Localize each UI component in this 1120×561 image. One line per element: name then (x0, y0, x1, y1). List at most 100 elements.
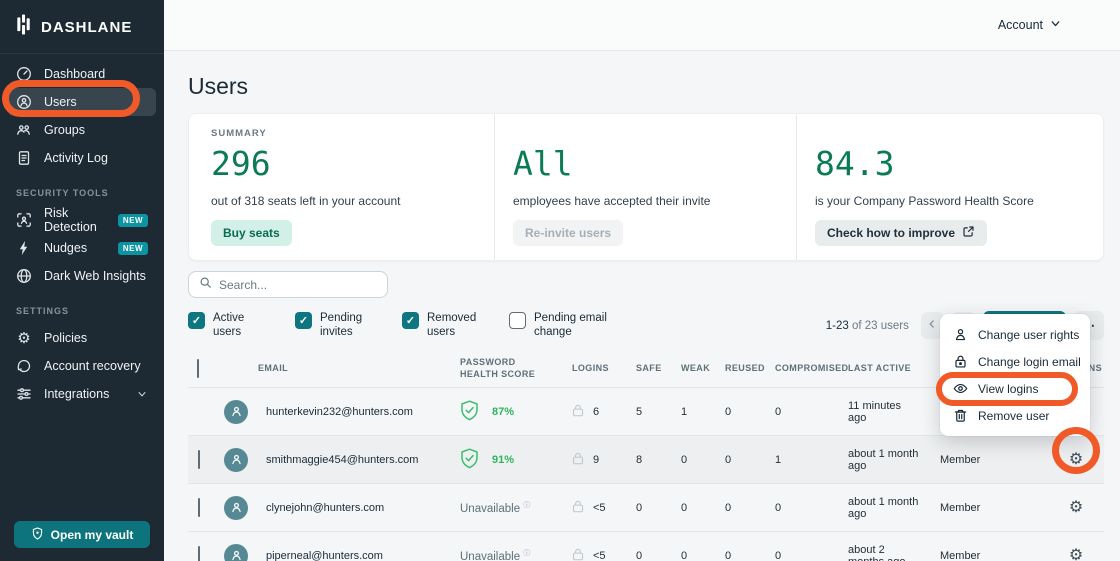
logins-count: 6 (593, 406, 599, 418)
user-rights: Member (922, 550, 1048, 561)
reused-count: 0 (706, 406, 758, 418)
policies-icon: ⚙ (16, 330, 32, 346)
filter-removed-users[interactable]: ✓ Removed users (402, 312, 479, 340)
nudges-icon (16, 240, 32, 256)
pagination-range: 1-23 of 23 users (826, 320, 909, 332)
reused-count: 0 (706, 502, 758, 514)
safe-count: 8 (616, 454, 662, 466)
dashboard-icon (16, 66, 32, 82)
filter-pending-invites[interactable]: ✓ Pending invites (295, 312, 372, 340)
search-input[interactable] (219, 278, 377, 292)
compromised-count: 0 (758, 502, 830, 514)
logins-count: <5 (593, 502, 606, 514)
check-how-to-improve-button[interactable]: Check how to improve (815, 220, 987, 246)
select-all-checkbox[interactable] (197, 359, 199, 378)
users-icon (16, 94, 32, 110)
filter-active-users[interactable]: ✓ Active users (188, 312, 265, 340)
topbar: Account (164, 0, 1120, 51)
user-actions-context-menu: Change user rights Change login email Vi… (940, 314, 1090, 436)
lock-icon (572, 548, 584, 561)
seats-value: 296 (211, 147, 494, 182)
filter-label: Pending invites (320, 312, 372, 340)
column-header-reused: REUSED (706, 363, 758, 375)
menu-item-change-user-rights[interactable]: Change user rights (940, 321, 1090, 348)
menu-item-label: Change user rights (978, 328, 1079, 342)
sidebar-item-risk-detection[interactable]: Risk Detection NEW (8, 206, 156, 234)
buy-seats-button[interactable]: Buy seats (211, 220, 292, 246)
dashlane-logo: DASHLANE (0, 0, 164, 54)
sidebar-nav: Dashboard Users Groups Activity Log SECU… (0, 54, 164, 408)
shield-check-icon (460, 448, 479, 472)
lock-icon (572, 452, 584, 468)
sidebar-item-account-recovery[interactable]: Account recovery (8, 352, 156, 380)
open-my-vault-button[interactable]: Open my vault (14, 521, 150, 548)
health-score-description: is your Company Password Health Score (815, 194, 1103, 208)
search-icon (199, 276, 212, 294)
user-email: piperneal@hunters.com (258, 550, 444, 561)
row-checkbox[interactable] (198, 450, 200, 469)
reinvite-users-button[interactable]: Re-invite users (513, 220, 623, 246)
account-recovery-icon (16, 358, 32, 374)
checkbox[interactable]: ✓ (188, 312, 205, 329)
info-icon: ⓘ (523, 502, 530, 509)
search-box (188, 271, 388, 298)
person-icon (953, 327, 968, 342)
column-header-weak: WEAK (662, 363, 706, 375)
column-header-password-health-score: PASSWORD HEALTH SCORE (444, 357, 556, 380)
lock-icon (572, 404, 584, 420)
table-row: smithmaggie454@hunters.com 91% ⓘ 9 8 0 0… (188, 436, 1104, 484)
row-checkbox[interactable] (198, 546, 200, 561)
activity-log-icon (16, 150, 32, 166)
menu-item-change-login-email[interactable]: Change login email (940, 348, 1090, 375)
gear-icon[interactable]: ⚙ (1069, 548, 1083, 561)
password-health-score: 91% (492, 454, 514, 466)
vault-shield-icon (31, 527, 44, 543)
invites-value: All (513, 147, 796, 182)
sidebar-item-label: Dark Web Insights (44, 269, 146, 283)
sidebar-item-dashboard[interactable]: Dashboard (8, 60, 156, 88)
checkbox[interactable] (509, 312, 526, 329)
health-score-value: 84.3 (815, 147, 1103, 182)
menu-item-label: Remove user (978, 409, 1049, 423)
checkbox[interactable]: ✓ (295, 312, 312, 329)
user-email: clynejohn@hunters.com (258, 502, 444, 514)
avatar (224, 496, 248, 520)
checkbox[interactable]: ✓ (402, 312, 419, 329)
sidebar-item-label: Activity Log (44, 151, 108, 165)
compromised-count: 0 (758, 550, 830, 561)
user-email: hunterkevin232@hunters.com (258, 406, 444, 418)
avatar (224, 448, 248, 472)
shield-check-icon (460, 400, 479, 424)
chevron-down-icon (1049, 17, 1062, 33)
sidebar-item-label: Risk Detection (44, 206, 106, 234)
account-menu-button[interactable]: Account (998, 17, 1062, 33)
sidebar-item-label: Policies (44, 331, 87, 345)
external-link-icon (962, 225, 975, 241)
sidebar-item-nudges[interactable]: Nudges NEW (8, 234, 156, 262)
chevron-left-icon (926, 318, 938, 333)
sidebar-item-integrations[interactable]: Integrations (8, 380, 156, 408)
lock-icon (572, 500, 584, 516)
weak-count: 0 (662, 550, 706, 561)
filter-label: Active users (213, 312, 265, 340)
gear-icon[interactable]: ⚙ (1069, 500, 1083, 516)
column-header-compromised: COMPROMISED (758, 363, 830, 375)
gear-icon[interactable]: ⚙ (1069, 452, 1083, 468)
menu-item-view-logins[interactable]: View logins (940, 375, 1090, 402)
password-health-unavailable: Unavailable ⓘ (460, 551, 530, 561)
table-row: clynejohn@hunters.com Unavailable ⓘ <5 0… (188, 484, 1104, 532)
menu-item-label: View logins (978, 382, 1038, 396)
risk-detection-icon (16, 212, 32, 228)
sidebar-item-policies[interactable]: ⚙ Policies (8, 324, 156, 352)
last-active: about 2 months ago (830, 544, 922, 561)
sidebar-item-dark-web-insights[interactable]: Dark Web Insights (8, 262, 156, 290)
sidebar-item-activity-log[interactable]: Activity Log (8, 144, 156, 172)
sidebar-item-users[interactable]: Users (8, 88, 156, 116)
menu-item-remove-user[interactable]: Remove user (940, 402, 1090, 429)
row-checkbox[interactable] (198, 498, 200, 517)
filter-pending-email-change[interactable]: Pending email change (509, 312, 622, 340)
weak-count: 0 (662, 454, 706, 466)
logins-count: 9 (593, 454, 599, 466)
sidebar-item-label: Account recovery (44, 359, 141, 373)
sidebar-item-groups[interactable]: Groups (8, 116, 156, 144)
